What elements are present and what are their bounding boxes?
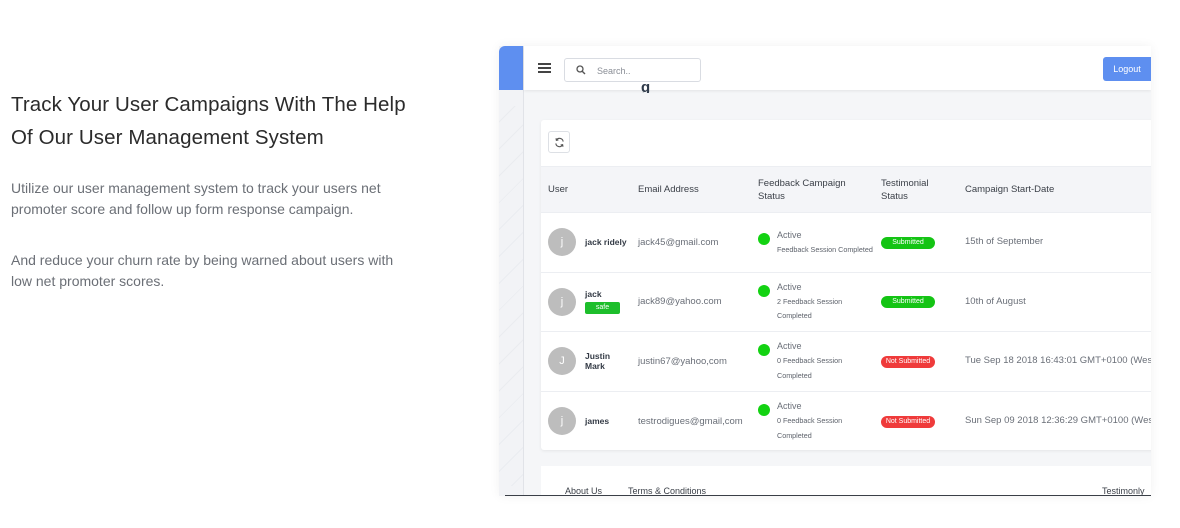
avatar: J <box>548 347 576 376</box>
campaign-start-date: 15th of September <box>965 236 1044 248</box>
feedback-detail: 0 Feedback Session Completed <box>777 416 843 440</box>
column-header-email[interactable]: Email Address <box>631 166 751 213</box>
testimonial-badge: Submitted <box>881 296 935 309</box>
user-name[interactable]: Justin Mark <box>585 351 627 371</box>
logout-button[interactable]: Logout <box>1103 57 1151 81</box>
feedback-status: Active <box>777 401 802 411</box>
user-email: justin67@yahoo,com <box>631 331 751 391</box>
search-icon <box>576 65 586 75</box>
column-header-feedback[interactable]: Feedback Campaign Status <box>751 166 874 213</box>
search-box[interactable] <box>564 58 701 82</box>
feedback-status: Active <box>777 229 802 240</box>
hamburger-icon[interactable] <box>538 63 551 73</box>
footer: About Us Terms & Conditions Testimonly <box>541 466 1151 496</box>
sidebar-brand <box>499 46 523 90</box>
users-table: User Email Address Feedback Campaign Sta… <box>541 166 1151 451</box>
marketing-copy: Track Your User Campaigns With The Help … <box>11 88 411 292</box>
user-email: jack89@yahoo.com <box>631 271 751 332</box>
active-status-dot <box>758 232 770 245</box>
avatar: j <box>548 228 576 257</box>
page-title: g <box>641 79 651 93</box>
sidebar <box>499 46 524 496</box>
divider <box>505 495 1151 496</box>
user-email: testrodigues@gmail,com <box>631 390 751 451</box>
marketing-paragraph-1: Utilize our user management system to tr… <box>11 180 381 217</box>
search-input[interactable] <box>597 63 692 78</box>
active-status-dot <box>758 404 770 416</box>
table-row[interactable]: j james testrodigues@gmail,com Active 0 … <box>541 390 1151 451</box>
testimonial-badge: Not Submitted <box>881 355 935 368</box>
refresh-icon <box>554 137 564 147</box>
table-row[interactable]: j jack safe jack89@yahoo.com Active 2 Fe… <box>541 271 1151 332</box>
table-header-row: User Email Address Feedback Campaign Sta… <box>541 166 1151 213</box>
active-status-dot <box>758 284 770 297</box>
column-header-testimonial[interactable]: Testimonial Status <box>874 166 958 213</box>
feedback-detail: Feedback Session Completed <box>777 244 873 254</box>
feedback-detail: 0 Feedback Session Completed <box>777 356 843 380</box>
avatar: j <box>548 407 576 435</box>
column-header-user[interactable]: User <box>541 166 631 213</box>
user-name[interactable]: jack <box>585 289 627 299</box>
user-name[interactable]: james <box>585 416 627 426</box>
campaign-start-date: Sun Sep 09 2018 12:36:29 GMT+0100 (West … <box>965 415 1151 426</box>
app-screenshot: Logout g User Email Address Feedback Cam… <box>499 46 1151 496</box>
table-row[interactable]: J Justin Mark justin67@yahoo,com Active … <box>541 331 1151 391</box>
campaign-start-date: 10th of August <box>965 295 1026 307</box>
topbar: Logout <box>524 46 1151 90</box>
sidebar-background-pattern <box>499 106 523 486</box>
users-card: User Email Address Feedback Campaign Sta… <box>541 120 1151 451</box>
feedback-status: Active <box>777 341 802 352</box>
user-email: jack45@gmail.com <box>631 212 751 272</box>
column-header-start-date[interactable]: Campaign Start-Date <box>958 166 1151 213</box>
marketing-paragraph-2: And reduce your churn rate by being warn… <box>11 252 394 289</box>
testimonial-badge: Submitted <box>881 236 935 249</box>
avatar: j <box>548 287 576 316</box>
table-row[interactable]: j jack ridely jack45@gmail.com Active Fe… <box>541 212 1151 272</box>
campaign-start-date: Tue Sep 18 2018 16:43:01 GMT+0100 (West … <box>965 355 1151 367</box>
safe-badge: safe <box>585 302 620 315</box>
refresh-button[interactable] <box>548 131 570 153</box>
feedback-detail: 2 Feedback Session Completed <box>777 296 843 321</box>
feedback-status: Active <box>777 281 802 292</box>
user-name[interactable]: jack ridely <box>585 237 627 247</box>
marketing-headline: Track Your User Campaigns With The Help … <box>11 93 406 149</box>
testimonial-badge: Not Submitted <box>881 415 935 428</box>
active-status-dot <box>758 344 770 357</box>
